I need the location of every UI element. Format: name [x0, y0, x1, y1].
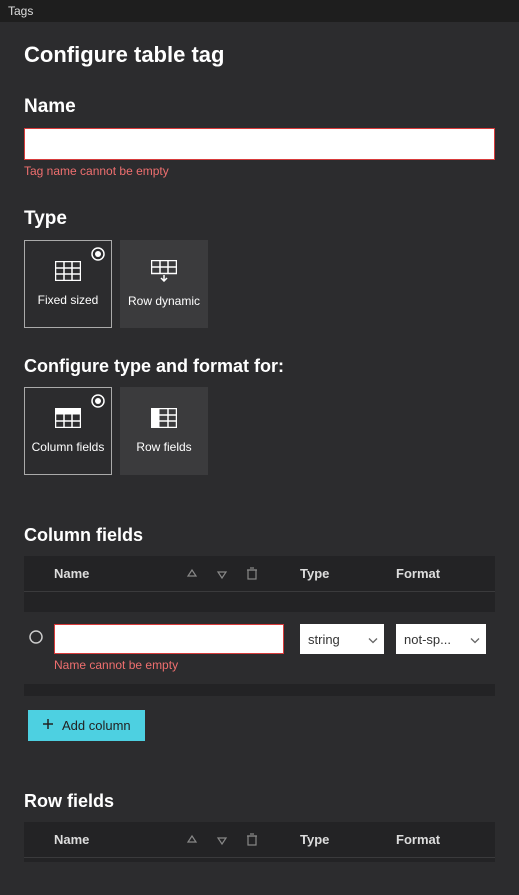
configure-option-row-fields[interactable]: Row fields [120, 387, 208, 475]
type-option-label: Row dynamic [124, 294, 204, 308]
column-name-error: Name cannot be empty [54, 658, 294, 672]
column-format-select[interactable]: not-sp... [396, 624, 486, 654]
table-grid-icon [55, 261, 81, 284]
row-header-type: Type [300, 832, 390, 847]
column-fields-heading: Column fields [24, 525, 495, 546]
row-fields-heading: Row fields [24, 791, 495, 812]
row-header-name: Name [54, 832, 174, 847]
add-column-button[interactable]: Add column [28, 710, 145, 741]
row-fields-icon [151, 408, 177, 431]
page-title: Configure table tag [24, 42, 495, 68]
add-column-label: Add column [62, 718, 131, 733]
delete-icon[interactable] [240, 567, 264, 580]
move-down-icon[interactable] [210, 568, 234, 580]
delete-icon[interactable] [240, 833, 264, 846]
column-field-row: Name cannot be empty string not-sp... [24, 612, 495, 684]
type-option-fixed-sized[interactable]: Fixed sized [24, 240, 112, 328]
plus-icon [42, 718, 54, 733]
radio-selected-icon [91, 247, 105, 261]
configure-option-label: Column fields [28, 440, 109, 454]
column-name-input[interactable] [54, 624, 284, 654]
configure-label: Configure type and format for: [24, 356, 495, 377]
move-up-icon[interactable] [180, 834, 204, 846]
name-label: Name [24, 96, 495, 118]
row-radio[interactable] [24, 624, 48, 644]
column-type-select[interactable]: string [300, 624, 384, 654]
configure-option-label: Row fields [132, 440, 195, 454]
column-fields-icon [55, 408, 81, 431]
type-label: Type [24, 208, 495, 230]
row-fields-table: Name Type Format [24, 822, 495, 862]
tag-name-input[interactable] [24, 128, 495, 160]
col-header-format: Format [396, 566, 496, 581]
row-header-format: Format [396, 832, 496, 847]
panel-title: Tags [0, 0, 519, 22]
table-dynamic-icon [151, 260, 177, 285]
col-header-type: Type [300, 566, 390, 581]
type-option-row-dynamic[interactable]: Row dynamic [120, 240, 208, 328]
chevron-down-icon [368, 632, 378, 647]
move-up-icon[interactable] [180, 568, 204, 580]
tag-name-error: Tag name cannot be empty [24, 164, 495, 178]
chevron-down-icon [470, 632, 480, 647]
type-option-label: Fixed sized [34, 293, 103, 307]
column-fields-table: Name Type Format Name cannot be empty st… [24, 556, 495, 696]
col-header-name: Name [54, 566, 174, 581]
radio-selected-icon [91, 394, 105, 408]
configure-option-column-fields[interactable]: Column fields [24, 387, 112, 475]
move-down-icon[interactable] [210, 834, 234, 846]
